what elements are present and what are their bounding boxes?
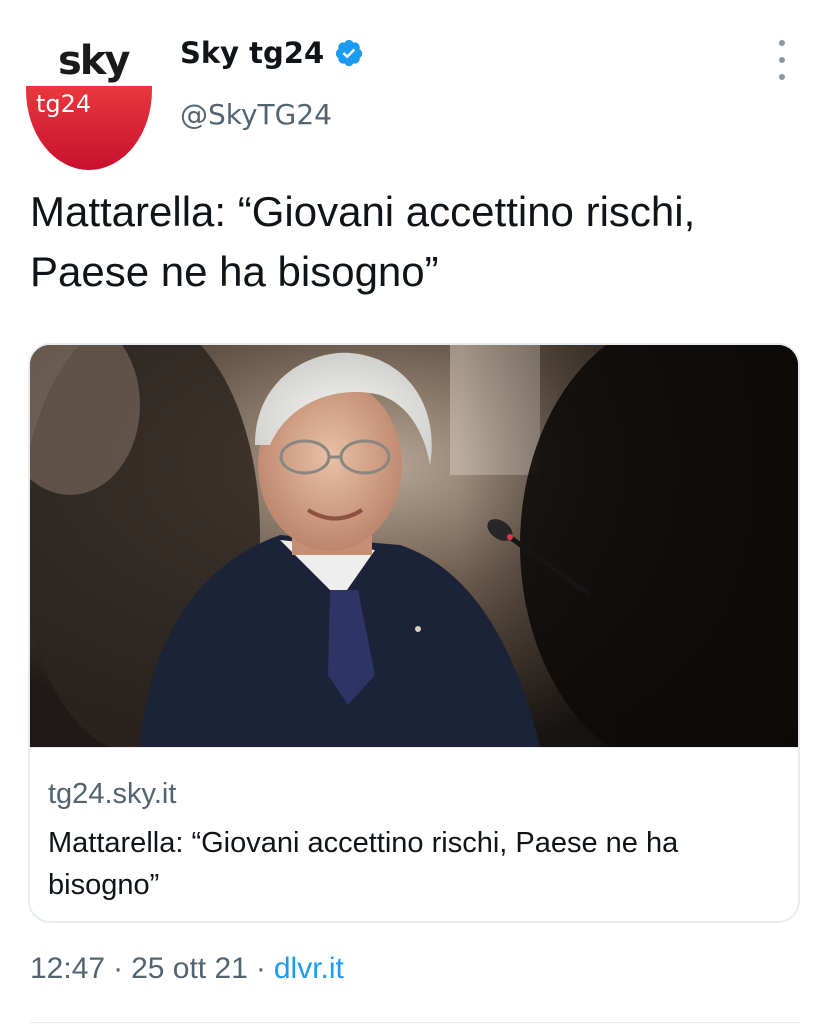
tweet-date[interactable]: 25 ott 21 <box>131 952 248 986</box>
meta-separator: · <box>113 952 124 985</box>
avatar-logo-tg24: tg24 <box>36 90 92 118</box>
link-card[interactable]: tg24.sky.it Mattarella: “Giovani accetti… <box>28 343 800 923</box>
tweet-source-link[interactable]: dlvr.it <box>274 952 344 986</box>
more-dot <box>779 74 785 80</box>
more-vertical-icon[interactable] <box>770 40 794 80</box>
card-title: Mattarella: “Giovani accettino rischi, P… <box>48 827 679 901</box>
display-name[interactable]: Sky tg24 <box>180 36 324 70</box>
card-domain: tg24.sky.it <box>48 778 177 810</box>
card-photo <box>30 345 798 747</box>
card-image[interactable] <box>30 345 798 747</box>
verified-badge-icon <box>334 38 364 68</box>
avatar-logo-badge: tg24 <box>26 86 152 170</box>
avatar[interactable]: sky tg24 <box>24 30 154 170</box>
more-dot <box>779 57 785 63</box>
divider <box>30 1022 800 1023</box>
more-dot <box>779 40 785 46</box>
meta-separator: · <box>255 952 266 985</box>
handle[interactable]: @SkyTG24 <box>180 98 332 131</box>
card-body: tg24.sky.it Mattarella: “Giovani accetti… <box>30 747 798 921</box>
avatar-logo-sky: sky <box>58 38 130 84</box>
tweet-text: Mattarella: “Giovani accettino rischi, P… <box>30 188 696 295</box>
tweet-meta: 12:47 · 25 ott 21 · dlvr.it <box>30 952 344 986</box>
name-row: Sky tg24 <box>180 36 364 70</box>
tweet-time[interactable]: 12:47 <box>30 952 105 986</box>
tweet-page: sky tg24 Sky tg24 @SkyTG24 Mattarella: “… <box>0 0 828 1032</box>
